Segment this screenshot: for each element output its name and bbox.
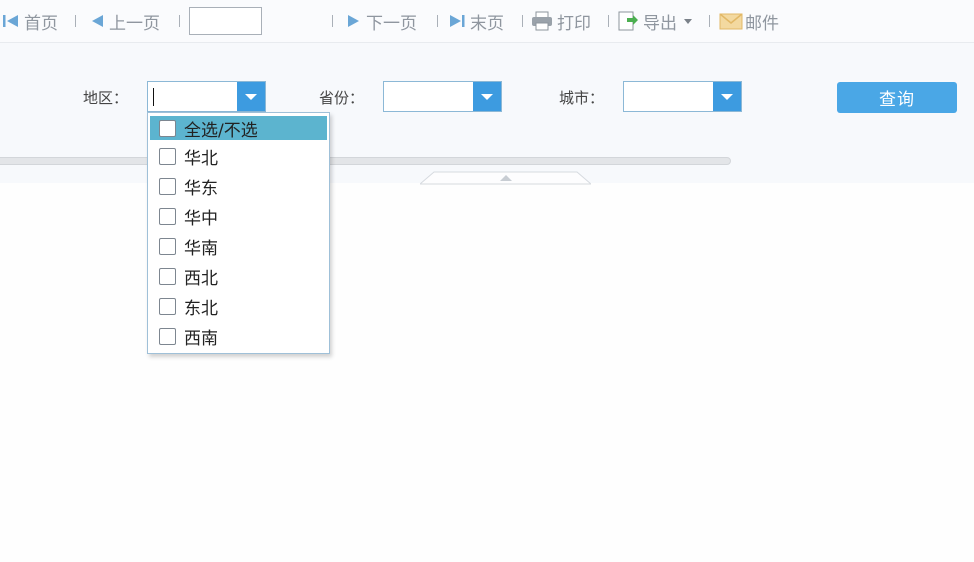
option-label: 华南 (184, 238, 218, 259)
city-label: 城市： (559, 89, 605, 107)
last-page-icon (450, 15, 465, 27)
option-label: 全选/不选 (184, 120, 258, 141)
print-label: 打印 (557, 13, 591, 34)
province-dropdown-button[interactable] (473, 82, 501, 111)
option-checkbox[interactable] (159, 267, 176, 285)
region-option[interactable]: 东北 (150, 294, 327, 319)
option-label: 华东 (184, 178, 218, 199)
dropdown-arrow-icon (684, 19, 692, 24)
horizontal-scrollbar[interactable] (0, 157, 731, 165)
toolbar-divider (709, 15, 710, 27)
next-page-button[interactable]: 下一页 (346, 9, 417, 34)
export-label: 导出 (643, 13, 677, 34)
prev-page-label: 上一页 (109, 13, 160, 34)
province-input[interactable] (384, 82, 473, 111)
region-combobox[interactable] (147, 81, 266, 112)
toolbar-divider (332, 15, 333, 27)
toolbar-divider (179, 15, 180, 27)
region-dropdown-list: 全选/不选华北华东华中华南西北东北西南 (147, 112, 330, 354)
option-label: 华北 (184, 148, 218, 169)
printer-icon (532, 11, 552, 31)
region-input[interactable] (148, 82, 237, 111)
toolbar-divider (608, 15, 609, 27)
region-dropdown-button[interactable] (237, 82, 265, 111)
option-checkbox[interactable] (159, 237, 176, 255)
prev-page-icon (92, 15, 103, 27)
report-toolbar: 首页 上一页 下一页 末页 打印 导出 邮件 (0, 0, 974, 43)
dropdown-arrow-icon (721, 93, 733, 100)
option-checkbox[interactable] (159, 147, 176, 165)
region-option[interactable]: 华东 (150, 174, 327, 199)
dropdown-arrow-icon (245, 93, 257, 100)
region-option[interactable]: 华中 (150, 204, 327, 229)
last-page-button[interactable]: 末页 (448, 9, 504, 34)
toolbar-divider (75, 15, 76, 27)
next-page-label: 下一页 (366, 13, 417, 34)
option-checkbox[interactable] (159, 297, 176, 315)
select-all-option[interactable]: 全选/不选 (150, 116, 327, 141)
text-cursor (153, 88, 154, 106)
prev-page-button[interactable]: 上一页 (89, 9, 160, 34)
export-button[interactable]: 导出 (617, 9, 694, 34)
region-option[interactable]: 西南 (150, 324, 327, 349)
first-page-button[interactable]: 首页 (2, 9, 58, 34)
mail-label: 邮件 (745, 13, 779, 34)
first-page-icon (3, 15, 18, 27)
last-page-label: 末页 (470, 13, 504, 34)
print-button[interactable]: 打印 (531, 9, 591, 34)
region-option[interactable]: 华南 (150, 234, 327, 259)
option-checkbox[interactable] (159, 207, 176, 225)
export-icon (618, 11, 638, 31)
option-checkbox[interactable] (159, 327, 176, 345)
province-combobox[interactable] (383, 81, 502, 112)
query-button[interactable]: 查询 (837, 82, 957, 113)
toolbar-divider (522, 15, 523, 27)
option-label: 东北 (184, 298, 218, 319)
collapse-panel-handle[interactable] (420, 171, 591, 185)
region-label: 地区： (83, 89, 129, 107)
page-number-input[interactable] (189, 7, 262, 35)
option-label: 华中 (184, 208, 218, 229)
next-page-icon (348, 15, 359, 27)
option-label: 西南 (184, 328, 218, 349)
city-input[interactable] (624, 82, 713, 111)
option-label: 西北 (184, 268, 218, 289)
option-checkbox[interactable] (159, 119, 176, 137)
mail-button[interactable]: 邮件 (719, 9, 779, 34)
city-combobox[interactable] (623, 81, 742, 112)
region-option[interactable]: 华北 (150, 144, 327, 169)
mail-icon (719, 13, 743, 30)
first-page-label: 首页 (24, 13, 58, 34)
toolbar-divider (437, 15, 438, 27)
region-option[interactable]: 西北 (150, 264, 327, 289)
city-dropdown-button[interactable] (713, 82, 741, 111)
option-checkbox[interactable] (159, 177, 176, 195)
dropdown-arrow-icon (481, 93, 493, 100)
province-label: 省份： (319, 89, 365, 107)
